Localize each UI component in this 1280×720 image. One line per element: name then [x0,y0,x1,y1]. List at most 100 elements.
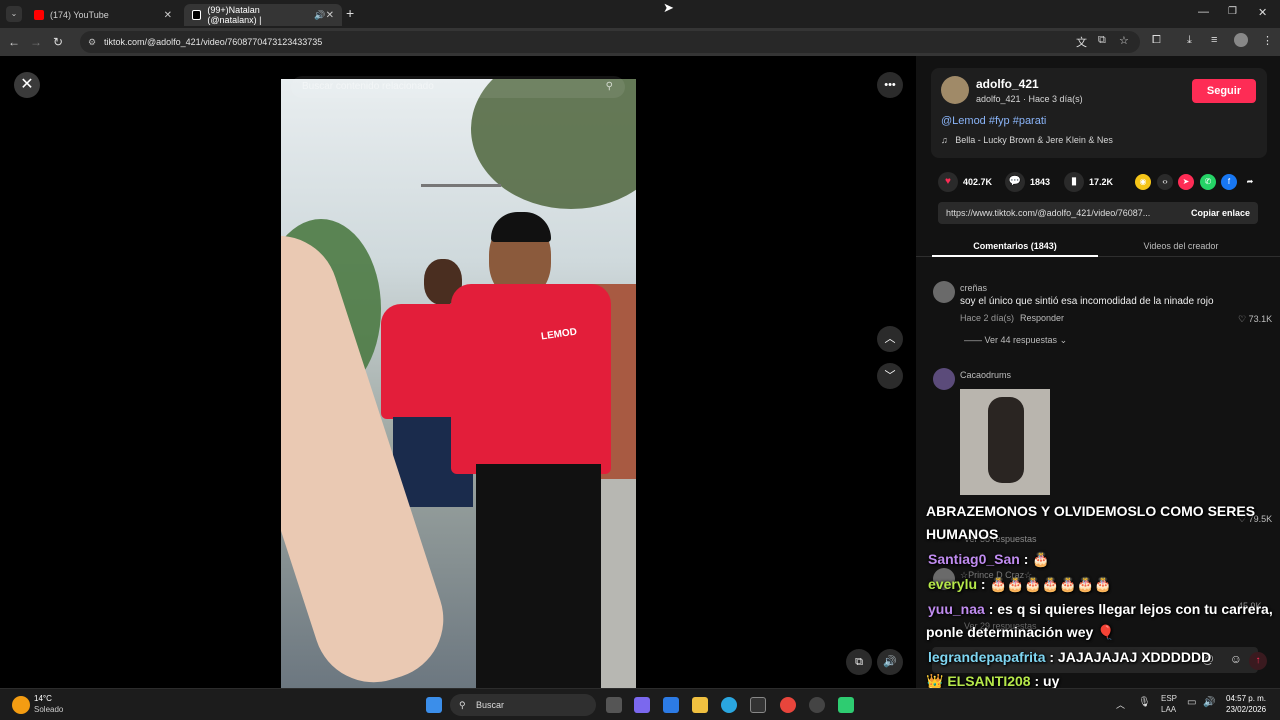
like-stat[interactable]: ♥ 402.7K [938,172,992,192]
comment-avatar[interactable] [933,281,955,303]
language-code[interactable]: ESP [1161,694,1177,703]
chat-message: legrandepapafrita : JAJAJAJAJ XDDDDDD [928,649,1211,665]
emoji-icon[interactable]: ☺ [1230,652,1242,666]
reply-button[interactable]: Responder [1020,313,1064,323]
file-explorer-icon[interactable] [692,697,708,713]
comment-author[interactable]: Cacaodrums [960,370,1011,380]
follow-button[interactable]: Seguir [1192,79,1256,103]
tab-tiktok[interactable]: (99+)Natalan (@natalanx) | 🔊 ✕ [184,4,342,26]
site-info-icon[interactable]: ⚙ [88,31,96,53]
reload-icon[interactable]: ↻ [47,35,69,49]
close-tab-icon[interactable]: ✕ [326,10,334,21]
close-video-button[interactable]: ✕ [14,72,40,98]
taskbar-search[interactable]: ⚲ Buscar [450,694,596,716]
music-row[interactable]: ♫ Bella - Lucky Brown & Jere Klein & Nes [941,135,1113,145]
tab-youtube[interactable]: (174) YouTube ✕ [26,4,180,26]
music-note-icon: ♫ [941,135,948,145]
clock-time[interactable]: 04:57 p. m. [1226,694,1266,703]
author-avatar[interactable] [941,76,969,104]
forward-icon[interactable]: → [25,35,47,49]
view-replies-button[interactable]: —— Ver 44 respuestas ⌄ [964,335,1067,346]
related-search-input[interactable]: Buscar contenido relacionado ⚲ [291,76,625,98]
youtube-icon [34,10,44,20]
taskbar-search-label: Buscar [476,700,505,710]
heart-outline-icon: ♡ [1238,314,1247,324]
save-stat[interactable]: ▮ 17.2K [1064,172,1113,192]
url-text: tiktok.com/@adolfo_421/video/76087704731… [104,37,323,47]
store-icon[interactable] [663,697,679,713]
tab-list-button[interactable]: ⌄ [6,6,22,22]
tiktok-video-page: ✕ LEMOD Buscar contenido relacionado ⚲ •… [0,56,1280,689]
tab-creator-videos[interactable]: Videos del creador [1090,234,1272,258]
url-field[interactable]: ⚙ tiktok.com/@adolfo_421/video/760877047… [80,31,1140,53]
clock-date[interactable]: 23/02/2026 [1226,705,1266,714]
post-comment-button[interactable]: ↑ [1249,652,1267,670]
video-player[interactable]: LEMOD [281,79,636,688]
weather-text[interactable]: Soleado [34,705,63,714]
comment-author[interactable]: creñas [960,283,987,293]
audio-icon[interactable]: 🔊 [314,10,325,21]
volume-icon[interactable]: 🔊 [1203,697,1215,708]
chat-username: everylu [928,576,978,592]
windows-start-icon[interactable] [426,697,442,713]
whatsapp-icon[interactable]: ✆ [1200,174,1216,190]
man-pants [476,464,601,688]
copy-link-button[interactable]: Copiar enlace [1191,202,1250,224]
volume-button[interactable]: 🔊 [877,649,903,675]
chrome-icon[interactable] [780,697,796,713]
facebook-icon[interactable]: f [1221,174,1237,190]
profile-avatar[interactable] [1234,33,1248,47]
restore-icon[interactable]: ❐ [1228,6,1237,17]
cast-icon[interactable]: ⧉ [1098,34,1106,47]
chat-message: everylu : 🎂🎂🎂🎂🎂🎂🎂 [928,576,1112,593]
search-icon[interactable]: ⚲ [606,76,613,98]
comment-stat[interactable]: 💬 1843 [1005,172,1050,192]
download-icon[interactable]: ⤓ [1187,34,1192,47]
coin-share-icon[interactable]: ◉ [1135,174,1151,190]
chat-line: HUMANOS [926,526,999,542]
app-icon[interactable] [809,697,825,713]
streaming-app-icon[interactable] [838,697,854,713]
previous-video-button[interactable]: ︿ [877,326,903,352]
close-window-icon[interactable]: ✕ [1258,6,1267,19]
comment-image-dog[interactable] [960,389,1050,495]
back-icon[interactable]: ← [3,35,25,49]
more-options-button[interactable]: ••• [877,72,903,98]
comment-like[interactable]: ♡ 73.1K [1238,314,1272,325]
author-name[interactable]: adolfo_421 [976,77,1039,91]
search-icon: ⚲ [459,700,466,710]
media-icon[interactable]: ≡ [1211,34,1217,46]
language-layout[interactable]: LAA [1161,705,1176,714]
extensions-icon[interactable]: ⧠ [1152,34,1161,47]
next-video-button[interactable]: ﹀ [877,363,903,389]
embed-icon[interactable]: ‹› [1157,174,1173,190]
task-view-icon[interactable] [606,697,622,713]
author-card: adolfo_421 adolfo_421 · Hace 3 día(s) Se… [931,68,1267,158]
comment-avatar[interactable] [933,368,955,390]
details-panel: adolfo_421 adolfo_421 · Hace 3 día(s) Se… [916,56,1280,688]
send-icon[interactable]: ➤ [1178,174,1194,190]
edge-icon[interactable] [721,697,737,713]
menu-icon[interactable]: ⋮ [1262,34,1273,47]
tiktok-icon [192,10,202,20]
chat-line: ponle determinación wey 🎈 [926,624,1115,640]
view-replies-label: Ver 44 respuestas [984,335,1058,345]
video-caption[interactable]: @Lemod #fyp #parati [941,115,1046,127]
close-tab-icon[interactable]: ✕ [164,10,172,21]
chat-username: legrandepapafrita [928,649,1046,665]
microphone-icon[interactable]: 🎙 [1138,697,1151,708]
capture-icon[interactable] [750,697,766,713]
minimize-icon[interactable]: — [1198,6,1209,18]
share-arrow-icon[interactable]: ➦ [1242,174,1258,190]
weather-temp[interactable]: 14°C [34,694,52,703]
comment-icon: 💬 [1005,172,1025,192]
floating-player-button[interactable]: ⧉ [846,649,872,675]
chevron-down-icon: ⌄ [1059,335,1068,345]
bookmark-star-icon[interactable]: ☆ [1119,34,1129,47]
copilot-icon[interactable] [634,697,650,713]
network-icon[interactable]: ▭ [1187,697,1196,708]
translate-icon[interactable]: 文 [1076,34,1087,50]
video-link-field[interactable]: https://www.tiktok.com/@adolfo_421/video… [938,202,1258,224]
tray-chevron-icon[interactable]: ︿ [1116,698,1125,711]
new-tab-button[interactable]: + [346,5,354,21]
